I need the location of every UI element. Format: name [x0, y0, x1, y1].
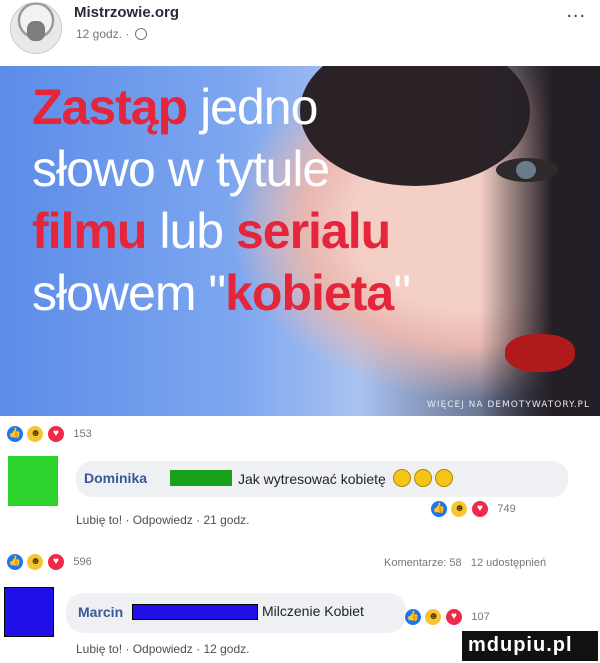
hero-line-2: słowo w tytule: [32, 141, 330, 197]
hero-line-3-highlight-b: serialu: [235, 203, 391, 259]
image-watermark: WIĘCEJ NA DEMOTYWATORY.PL: [426, 400, 590, 410]
post-image[interactable]: Zastąp jedno słowo w tytule filmu lub se…: [0, 66, 600, 416]
redacted-tag: [170, 470, 232, 486]
hero-line-3: filmu lub serialu: [32, 202, 391, 260]
post-time[interactable]: 12 godz. ·: [76, 27, 147, 41]
like-icon: 👍: [6, 553, 24, 571]
love-icon: ♥: [470, 500, 489, 518]
shares-count[interactable]: 12 udostępnień: [471, 557, 546, 569]
love-icon: ♥: [46, 425, 65, 443]
emoji-icon: [413, 469, 432, 487]
comment-reactions-count: 749: [497, 503, 516, 515]
site-watermark-text: mdupiu.pl: [468, 634, 573, 656]
post-reactions-2-count: 596: [73, 556, 92, 568]
comment-text: Jak wytresować kobietę: [238, 469, 453, 487]
like-link[interactable]: Lubię to!: [76, 513, 122, 527]
hero-line-4-highlight: kobieta: [225, 265, 394, 321]
comment-actions: Lubię to! · Odpowiedz · 21 godz.: [76, 513, 250, 527]
love-icon: ♥: [444, 608, 463, 626]
haha-icon: ☻: [26, 553, 45, 571]
haha-icon: ☻: [450, 500, 469, 518]
comment-author[interactable]: Dominika: [84, 470, 147, 486]
like-icon: 👍: [6, 425, 24, 443]
like-icon: 👍: [404, 608, 422, 626]
hero-line-1-highlight: Zastąp: [32, 79, 188, 135]
reply-link[interactable]: Odpowiedz: [133, 642, 193, 656]
hero-line-4-end: ": [393, 265, 411, 321]
post-counters: Komentarze: 58 12 udostępnień: [384, 557, 546, 569]
post-reactions-count: 153: [73, 428, 92, 440]
like-icon: 👍: [430, 500, 448, 518]
comments-count[interactable]: Komentarze: 58: [384, 557, 462, 569]
hero-line-1-rest: jedno: [187, 79, 318, 135]
eye-shape: [496, 158, 558, 182]
lips-shape: [505, 334, 575, 372]
comment-time[interactable]: 21 godz.: [203, 513, 249, 527]
site-watermark-badge: mdupiu.pl: [462, 631, 598, 661]
page-name[interactable]: Mistrzowie.org: [74, 4, 179, 21]
comment-actions: Lubię to! · Odpowiedz · 12 godz.: [76, 642, 250, 656]
hero-line-4: słowem "kobieta": [32, 264, 411, 322]
commenter-avatar[interactable]: [4, 587, 54, 637]
like-link[interactable]: Lubię to!: [76, 642, 122, 656]
comment-author[interactable]: Marcin: [78, 604, 123, 620]
love-icon: ♥: [46, 553, 65, 571]
emoji-icon: [392, 469, 411, 487]
comment-reactions-count: 107: [471, 611, 490, 623]
globe-icon: [134, 28, 147, 40]
reply-link[interactable]: Odpowiedz: [133, 513, 193, 527]
comment-time[interactable]: 12 godz.: [203, 642, 249, 656]
post-reactions-2[interactable]: 👍 ☻ ♥ 596: [6, 553, 92, 571]
commenter-avatar[interactable]: [8, 456, 58, 506]
comment-reactions[interactable]: 👍 ☻ ♥ 107: [404, 608, 490, 626]
haha-icon: ☻: [424, 608, 443, 626]
hero-line-3-mid: lub: [146, 203, 236, 259]
post-time-text: 12 godz. ·: [76, 27, 130, 41]
comment-reactions[interactable]: 👍 ☻ ♥ 749: [430, 500, 516, 518]
hero-line-3-highlight-a: filmu: [32, 203, 147, 259]
comment-text-content: Jak wytresować kobietę: [238, 471, 386, 487]
hero-line-4-start: słowem ": [32, 265, 226, 321]
comment-text: Milczenie Kobiet: [262, 603, 364, 619]
page-avatar[interactable]: [10, 2, 62, 54]
haha-icon: ☻: [26, 425, 45, 443]
emoji-icon: [434, 469, 453, 487]
post-reactions[interactable]: 👍 ☻ ♥ 153: [6, 425, 92, 443]
redacted-tag: [132, 604, 258, 620]
more-options-button[interactable]: ...: [566, 0, 586, 23]
hero-line-1: Zastąp jedno: [32, 78, 318, 136]
post-header: Mistrzowie.org 12 godz. · ...: [0, 0, 600, 66]
